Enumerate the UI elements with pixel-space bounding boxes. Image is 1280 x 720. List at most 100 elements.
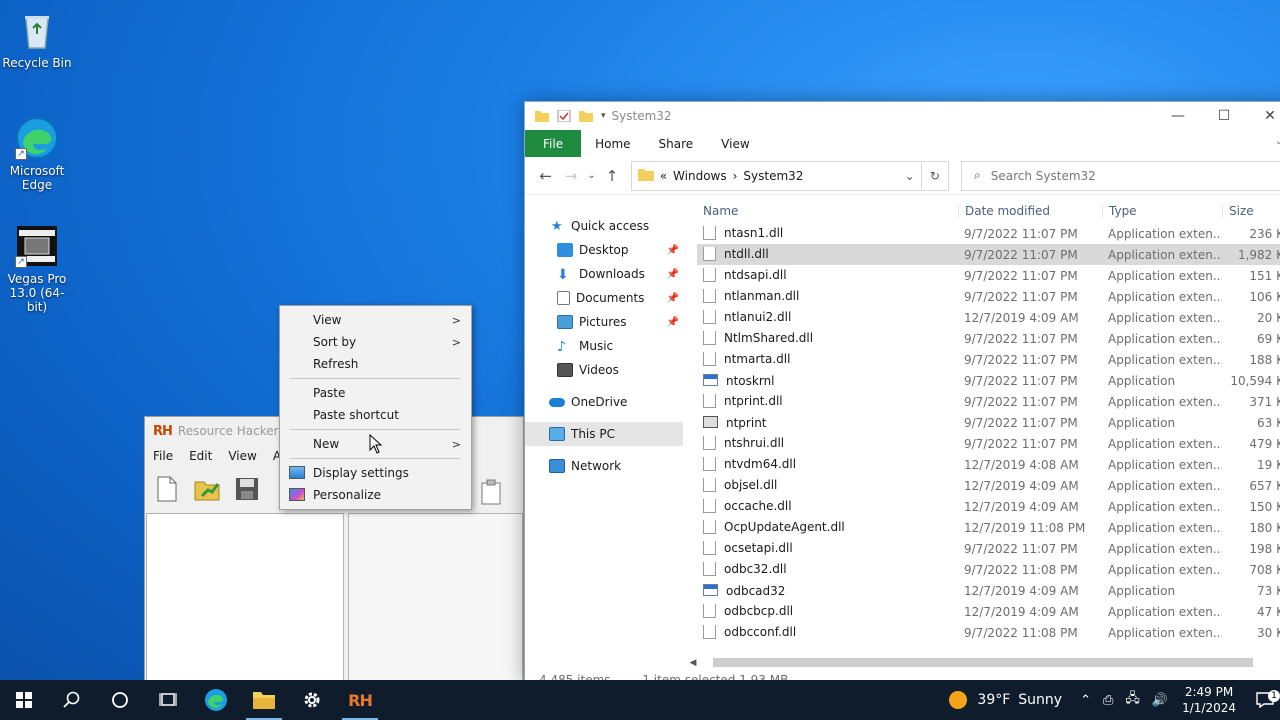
table-row[interactable]: ntprint.dll 9/7/2022 11:07 PM Application … xyxy=(697,391,1280,412)
quick-access-toolbar-dropdown-icon[interactable]: ▾ xyxy=(601,111,606,121)
desktop-icon-vegas-pro[interactable]: ↗ Vegas Pro 13.0 (64-bit) xyxy=(0,224,74,314)
desktop-icon-recycle-bin[interactable]: Recycle Bin xyxy=(0,8,74,70)
menu-item-personalize[interactable]: Personalize xyxy=(280,484,471,506)
paste-button[interactable] xyxy=(480,479,502,508)
menu-file[interactable]: File xyxy=(153,449,173,463)
breadcrumb-overflow[interactable]: « xyxy=(660,169,667,183)
table-row[interactable]: odbcbcp.dll 12/7/2019 4:09 AM Application … xyxy=(697,601,1280,622)
menu-item-paste-shortcut[interactable]: Paste shortcut xyxy=(280,404,471,426)
nav-item-downloads[interactable]: ⬇ Downloads 📌 xyxy=(525,262,683,286)
new-folder-icon[interactable] xyxy=(579,110,593,122)
address-dropdown-icon[interactable]: ⌄ xyxy=(905,169,915,183)
menu-view[interactable]: View xyxy=(228,449,256,463)
table-row[interactable]: OcpUpdateAgent.dll 12/7/2019 11:08 PM Appl… xyxy=(697,517,1280,538)
nav-item-desktop[interactable]: Desktop 📌 xyxy=(525,238,683,262)
maximize-button[interactable]: ☐ xyxy=(1201,102,1247,130)
close-button[interactable]: ✕ xyxy=(1247,102,1280,130)
menu-item-view[interactable]: View > xyxy=(280,309,471,331)
nav-item-pictures[interactable]: Pictures 📌 xyxy=(525,310,683,334)
table-row[interactable]: ntdsapi.dll 9/7/2022 11:07 PM Application … xyxy=(697,265,1280,286)
menu-item-paste[interactable]: Paste xyxy=(280,382,471,404)
tab-view[interactable]: View xyxy=(707,130,763,157)
table-row[interactable]: ntdll.dll 9/7/2022 11:07 PM Application ex… xyxy=(697,244,1280,265)
menu-item-display-settings[interactable]: Display settings xyxy=(280,462,471,484)
up-button[interactable]: ↑ xyxy=(599,167,624,185)
address-bar[interactable]: « Windows › System32 ⌄ xyxy=(630,160,922,191)
breadcrumb-system32[interactable]: System32 xyxy=(743,169,803,183)
resource-tree-pane[interactable] xyxy=(146,513,344,685)
table-row[interactable]: ntvdm64.dll 12/7/2019 4:08 AM Application … xyxy=(697,454,1280,475)
back-button[interactable]: ← xyxy=(533,167,558,185)
scroll-left-icon[interactable]: ◀ xyxy=(687,658,699,668)
nav-item-quick-access[interactable]: ★ Quick access xyxy=(525,214,683,238)
column-header-type[interactable]: Type xyxy=(1102,204,1222,218)
nav-item-documents[interactable]: Documents 📌 xyxy=(525,286,683,310)
minimize-button[interactable]: — xyxy=(1155,102,1201,130)
horizontal-scrollbar[interactable]: ◀ ▶ xyxy=(687,656,1280,669)
ribbon-expand-icon[interactable]: ⌄ xyxy=(1275,136,1280,147)
save-button[interactable] xyxy=(233,474,261,504)
notification-center-button[interactable]: 1 xyxy=(1250,690,1280,708)
nav-item-videos[interactable]: Videos xyxy=(525,358,683,382)
scrollbar-thumb[interactable] xyxy=(713,658,1253,667)
taskbar-file-explorer[interactable] xyxy=(240,680,288,720)
table-row[interactable]: odbcad32 12/7/2019 4:09 AM Application 73 K xyxy=(697,580,1280,601)
table-row[interactable]: occache.dll 12/7/2019 4:09 AM Application … xyxy=(697,496,1280,517)
weather-widget[interactable]: 39°F Sunny xyxy=(949,691,1062,709)
table-row[interactable]: objsel.dll 12/7/2019 4:09 AM Application e… xyxy=(697,475,1280,496)
desktop-icon-edge[interactable]: ↗ Microsoft Edge xyxy=(0,116,74,192)
refresh-button[interactable]: ↻ xyxy=(921,160,950,191)
table-row[interactable]: ocsetapi.dll 9/7/2022 11:07 PM Application… xyxy=(697,538,1280,559)
tab-share[interactable]: Share xyxy=(645,130,708,157)
column-header-name[interactable]: Name xyxy=(697,204,958,218)
start-button[interactable] xyxy=(0,680,48,720)
table-row[interactable]: ntoskrnl 9/7/2022 11:07 PM Application 10,5… xyxy=(697,370,1280,391)
volume-icon[interactable]: 🔊 xyxy=(1152,693,1168,708)
taskbar-resource-hacker[interactable]: RH xyxy=(336,680,384,720)
search-button[interactable] xyxy=(48,680,96,720)
menu-item-sort-by[interactable]: Sort by > xyxy=(280,331,471,353)
device-icon[interactable]: ⎙ xyxy=(1103,693,1113,708)
new-file-button[interactable] xyxy=(153,474,181,504)
search-input[interactable]: ⌕ Search System32 xyxy=(961,160,1280,191)
nav-item-music[interactable]: ♪ Music xyxy=(525,334,683,358)
taskbar-settings[interactable] xyxy=(288,680,336,720)
table-row[interactable]: odbcconf.dll 9/7/2022 11:08 PM Application… xyxy=(697,622,1280,643)
table-row[interactable]: ntshrui.dll 9/7/2022 11:07 PM Application … xyxy=(697,433,1280,454)
cortana-button[interactable] xyxy=(96,680,144,720)
column-header-date-modified[interactable]: Date modified xyxy=(958,204,1102,218)
table-row[interactable]: ntlanui2.dll 12/7/2019 4:09 AM Application… xyxy=(697,307,1280,328)
column-header-size[interactable]: Size xyxy=(1222,204,1280,218)
nav-item-this-pc[interactable]: This PC xyxy=(525,422,683,446)
breadcrumb-windows[interactable]: Windows xyxy=(673,169,727,183)
tab-file[interactable]: File xyxy=(525,130,582,157)
chevron-up-icon[interactable]: ⌃ xyxy=(1080,693,1091,708)
table-row[interactable]: odbc32.dll 9/7/2022 11:08 PM Application e… xyxy=(697,559,1280,580)
recent-locations-button[interactable]: ⌄ xyxy=(584,170,600,181)
table-row[interactable]: NtlmShared.dll 9/7/2022 11:07 PM Applicati… xyxy=(697,328,1280,349)
taskbar-edge[interactable] xyxy=(192,680,240,720)
tab-home[interactable]: Home xyxy=(581,130,644,157)
properties-checkbox-icon[interactable] xyxy=(557,109,571,123)
taskbar: RH 39°F Sunny ⌃ ⎙ 🖧 🔊 2:49 PM 1/1/2024 1 xyxy=(0,680,1280,720)
clock[interactable]: 2:49 PM 1/1/2024 xyxy=(1182,684,1236,716)
nav-item-onedrive[interactable]: OneDrive xyxy=(525,390,683,414)
file-explorer-window[interactable]: ▾ System32 — ☐ ✕ File Home Share View ⌄ … xyxy=(524,101,1280,687)
open-file-button[interactable] xyxy=(193,474,221,504)
cell-size: 188 K xyxy=(1249,352,1280,367)
table-row[interactable]: ntlanman.dll 9/7/2022 11:07 PM Application… xyxy=(697,286,1280,307)
forward-button[interactable]: → xyxy=(558,167,583,185)
table-row[interactable]: ntasn1.dll 9/7/2022 11:07 PM Application e… xyxy=(697,223,1280,244)
cell-name: odbcconf.dll xyxy=(697,625,958,640)
menu-item-refresh[interactable]: Refresh xyxy=(280,353,471,375)
mouse-cursor-icon xyxy=(369,434,383,454)
task-view-button[interactable] xyxy=(144,680,192,720)
table-row[interactable]: ntprint 9/7/2022 11:07 PM Application 63 K xyxy=(697,412,1280,433)
resource-editor-pane[interactable] xyxy=(348,479,523,685)
table-row[interactable]: ntmarta.dll 9/7/2022 11:07 PM Application … xyxy=(697,349,1280,370)
network-tray-icon[interactable]: 🖧 xyxy=(1125,689,1140,711)
star-icon: ★ xyxy=(551,219,563,234)
nav-item-network[interactable]: Network xyxy=(525,454,683,478)
menu-separator xyxy=(290,378,461,379)
menu-edit[interactable]: Edit xyxy=(189,449,212,463)
